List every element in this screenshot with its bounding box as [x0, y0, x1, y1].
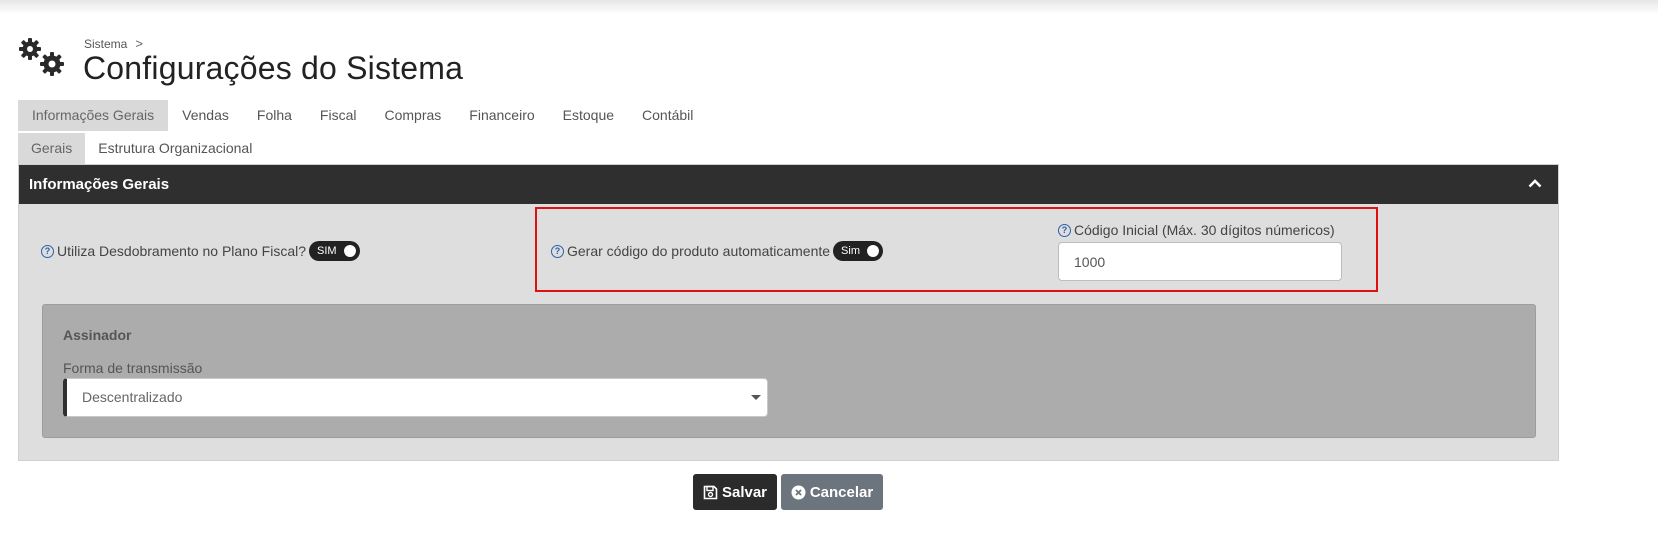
- toggle-text: SIM: [317, 245, 337, 257]
- assinador-section: Assinador Forma de transmissão Descentra…: [42, 304, 1536, 438]
- assinador-title: Assinador: [63, 327, 132, 343]
- page-title: Configurações do Sistema: [83, 50, 464, 86]
- breadcrumb-item-sistema[interactable]: Sistema: [84, 37, 127, 51]
- save-button-label: Salvar: [721, 483, 768, 501]
- page-header: Sistema > Configurações do Sistema: [18, 34, 718, 90]
- field-desdobramento-label: Utiliza Desdobramento no Plano Fiscal?: [57, 243, 307, 259]
- tab-contabil[interactable]: Contábil: [628, 100, 707, 131]
- desdobramento-toggle[interactable]: SIM: [309, 241, 360, 261]
- toggle-text: Sim: [841, 245, 860, 257]
- save-button[interactable]: Salvar: [693, 474, 777, 510]
- field-gerar-codigo: ? Gerar código do produto automaticament…: [551, 241, 883, 261]
- help-icon[interactable]: ?: [551, 244, 564, 258]
- sub-tabs: Gerais Estrutura Organizacional: [18, 133, 265, 164]
- cancel-button-label: Cancelar: [809, 483, 874, 501]
- floppy-disk-icon: [703, 485, 718, 499]
- gears-icon: [19, 38, 64, 76]
- breadcrumb-separator: >: [135, 36, 143, 51]
- top-shadow: [0, 0, 1658, 14]
- toggle-knob: [343, 245, 356, 257]
- forma-transmissao-value: Descentralizado: [82, 389, 183, 405]
- field-gerar-codigo-label: Gerar código do produto automaticamente: [567, 243, 831, 259]
- help-icon[interactable]: ?: [1058, 223, 1071, 237]
- caret-down-icon: [751, 395, 761, 400]
- tab-folha[interactable]: Folha: [243, 100, 306, 131]
- tab-informacoes-gerais[interactable]: Informações Gerais: [18, 100, 169, 131]
- forma-transmissao-label: Forma de transmissão: [63, 360, 203, 376]
- help-icon[interactable]: ?: [41, 244, 54, 258]
- panel-title: Informações Gerais: [29, 176, 170, 193]
- tab-financeiro[interactable]: Financeiro: [455, 100, 548, 131]
- codigo-inicial-label-row: ? Código Inicial (Máx. 30 dígitos númeri…: [1058, 222, 1335, 238]
- settings-panel: Informações Gerais ? Utiliza Desdobramen…: [18, 164, 1559, 461]
- tab-fiscal[interactable]: Fiscal: [306, 100, 371, 131]
- tab-compras[interactable]: Compras: [370, 100, 455, 131]
- subtab-gerais[interactable]: Gerais: [18, 133, 86, 164]
- tab-estoque[interactable]: Estoque: [549, 100, 628, 131]
- main-tabs: Informações Gerais Vendas Folha Fiscal C…: [18, 100, 707, 131]
- codigo-inicial-input[interactable]: [1058, 242, 1342, 281]
- gerar-codigo-toggle[interactable]: Sim: [833, 241, 883, 261]
- tab-vendas[interactable]: Vendas: [168, 100, 243, 131]
- chevron-up-icon[interactable]: [1528, 178, 1542, 188]
- forma-transmissao-select[interactable]: Descentralizado: [63, 378, 768, 417]
- codigo-inicial-label: Código Inicial (Máx. 30 dígitos númerico…: [1074, 222, 1335, 238]
- panel-header[interactable]: Informações Gerais: [19, 165, 1558, 204]
- close-circle-icon: [791, 485, 806, 499]
- toggle-knob: [867, 245, 879, 257]
- cancel-button[interactable]: Cancelar: [781, 474, 883, 510]
- field-desdobramento: ? Utiliza Desdobramento no Plano Fiscal?…: [41, 241, 360, 261]
- breadcrumb: Sistema >: [84, 36, 143, 51]
- subtab-estrutura-organizacional[interactable]: Estrutura Organizacional: [85, 133, 265, 164]
